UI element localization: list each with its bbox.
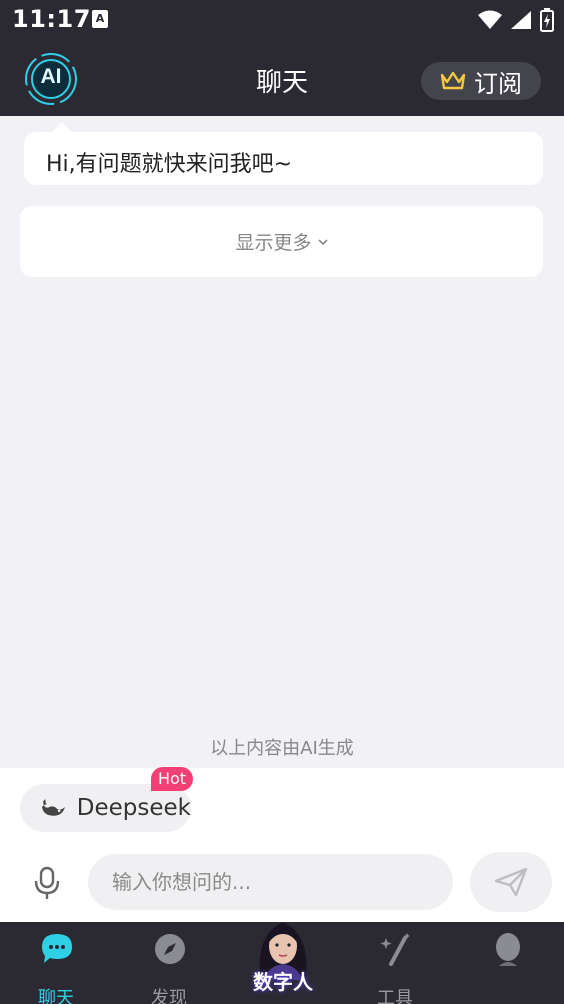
ai-generated-note: 以上内容由AI生成 bbox=[210, 738, 354, 759]
input-panel: Deepseek Hot bbox=[0, 767, 564, 922]
nav-item-digital-human[interactable]: 数字人 bbox=[242, 914, 324, 1004]
subscribe-button[interactable]: 订阅 bbox=[421, 62, 541, 100]
nav-label-digital-human: 数字人 bbox=[253, 970, 313, 994]
model-chip-label: Deepseek bbox=[76, 795, 191, 821]
bottom-navigation: 聊天 发现 数字人 工具 bbox=[0, 922, 564, 1004]
hot-badge: Hot bbox=[151, 767, 193, 791]
show-more-label: 显示更多 bbox=[235, 232, 312, 254]
status-bar: 11:17 A bbox=[0, 0, 564, 40]
nav-label-discover: 发现 bbox=[151, 988, 187, 1004]
microphone-icon[interactable] bbox=[30, 866, 64, 900]
nav-item-profile[interactable] bbox=[467, 932, 547, 1000]
notification-icon: A bbox=[92, 10, 108, 28]
signal-icon bbox=[511, 11, 531, 29]
battery-icon bbox=[540, 8, 554, 32]
whale-icon bbox=[41, 799, 65, 816]
status-time: 11:17 bbox=[12, 5, 91, 33]
profile-icon bbox=[496, 933, 520, 966]
chevron-down-icon bbox=[317, 238, 328, 245]
deepseek-model-chip[interactable]: Deepseek bbox=[20, 784, 191, 832]
nav-item-tools[interactable]: 工具 bbox=[355, 932, 435, 1004]
message-input[interactable] bbox=[88, 854, 453, 910]
crown-icon bbox=[440, 71, 466, 90]
nav-item-discover[interactable]: 发现 bbox=[129, 932, 209, 1004]
show-more-button[interactable]: 显示更多 bbox=[20, 206, 543, 277]
nav-item-chat[interactable]: 聊天 bbox=[16, 932, 96, 1004]
compass-icon bbox=[155, 934, 185, 964]
greeting-message: Hi,有问题就快来问我吧~ bbox=[24, 132, 543, 185]
bubble-tail bbox=[52, 122, 72, 132]
nav-label-tools: 工具 bbox=[377, 988, 413, 1004]
chat-area[interactable]: Hi,有问题就快来问我吧~ 显示更多 以上内容由AI生成 bbox=[0, 116, 564, 768]
send-button[interactable] bbox=[470, 852, 552, 912]
magic-wand-icon bbox=[380, 933, 410, 966]
chat-bubble-icon bbox=[42, 934, 72, 963]
wifi-icon bbox=[478, 10, 502, 29]
top-app-bar: AI 聊天 订阅 bbox=[0, 40, 564, 116]
send-icon bbox=[494, 867, 528, 897]
subscribe-label: 订阅 bbox=[474, 69, 522, 98]
nav-label-chat: 聊天 bbox=[38, 988, 74, 1004]
status-icons bbox=[478, 8, 554, 32]
